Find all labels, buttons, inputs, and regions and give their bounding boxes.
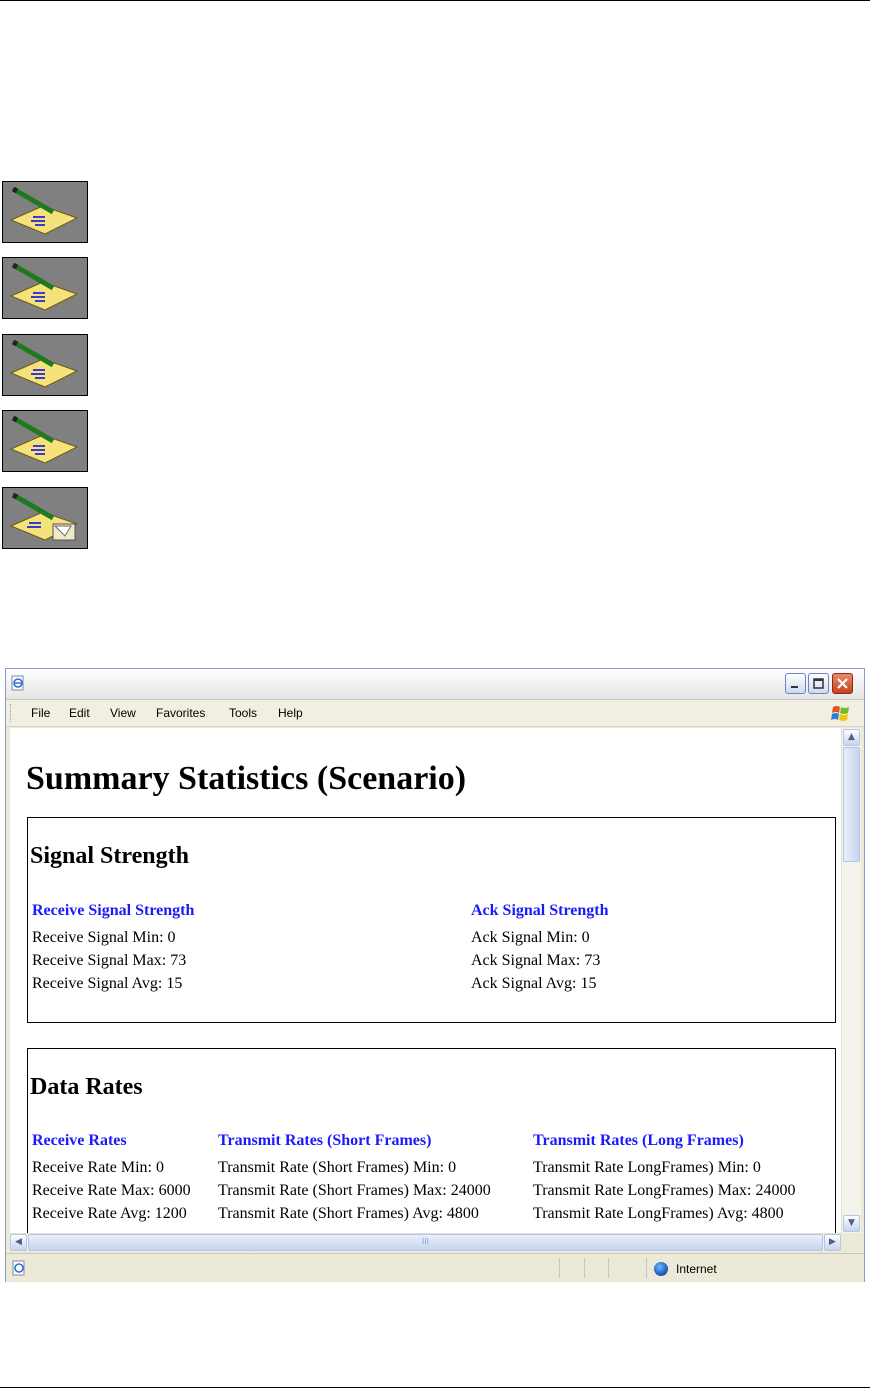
- data-rates-panel: Data Rates Receive Rates Receive Rate Mi…: [27, 1048, 836, 1233]
- notepad-pencil-icon: [2, 334, 88, 396]
- top-rule: [0, 0, 870, 1]
- list-item: Ack Signal Min: 0: [471, 929, 590, 946]
- browser-window: File Edit View Favorites Tools Help Summ…: [5, 668, 865, 1282]
- security-zone-label: Internet: [676, 1262, 717, 1276]
- ack-signal-heading: Ack Signal Strength: [471, 902, 609, 919]
- receive-signal-column: Receive Signal Strength Receive Signal M…: [32, 899, 194, 995]
- menu-file[interactable]: File: [31, 706, 50, 720]
- page-content: Summary Statistics (Scenario) Signal Str…: [10, 728, 841, 1233]
- notepad-pencil-icon: [2, 257, 88, 319]
- menu-help[interactable]: Help: [278, 706, 303, 720]
- status-divider: [584, 1258, 585, 1278]
- scroll-right-button[interactable]: ▶: [824, 1234, 841, 1251]
- scroll-up-button[interactable]: ▲: [843, 729, 860, 746]
- notepad-pencil-folder-icon: [2, 487, 88, 549]
- horizontal-scroll-thumb[interactable]: III: [28, 1234, 823, 1251]
- close-button[interactable]: [832, 673, 853, 694]
- scroll-left-button[interactable]: ◀: [10, 1234, 27, 1251]
- transmit-short-column: Transmit Rates (Short Frames) Transmit R…: [218, 1129, 491, 1225]
- status-divider: [608, 1258, 609, 1278]
- scroll-corner: [841, 1233, 860, 1251]
- page-title: Summary Statistics (Scenario): [26, 760, 467, 797]
- list-item: Receive Signal Avg: 15: [32, 975, 183, 992]
- data-rates-heading: Data Rates: [30, 1074, 143, 1100]
- notepad-pencil-icon: [2, 181, 88, 243]
- list-item: Transmit Rate LongFrames) Min: 0: [533, 1159, 761, 1176]
- receive-rates-column: Receive Rates Receive Rate Min: 0 Receiv…: [32, 1129, 191, 1225]
- menu-favorites[interactable]: Favorites: [156, 706, 205, 720]
- menu-view[interactable]: View: [110, 706, 136, 720]
- list-item: Ack Signal Avg: 15: [471, 975, 597, 992]
- list-item: Receive Rate Max: 6000: [32, 1182, 191, 1199]
- title-bar[interactable]: [6, 669, 864, 700]
- signal-strength-heading: Signal Strength: [30, 843, 189, 869]
- ie-page-icon: [11, 675, 24, 691]
- minimize-button[interactable]: [785, 673, 806, 694]
- internet-globe-icon: [654, 1262, 668, 1276]
- transmit-short-heading: Transmit Rates (Short Frames): [218, 1132, 432, 1149]
- receive-signal-heading: Receive Signal Strength: [32, 902, 195, 919]
- scroll-down-button[interactable]: ▼: [843, 1215, 860, 1232]
- list-item: Receive Signal Min: 0: [32, 929, 176, 946]
- ack-signal-column: Ack Signal Strength Ack Signal Min: 0 Ac…: [471, 899, 609, 995]
- receive-rates-heading: Receive Rates: [32, 1132, 127, 1149]
- list-item: Transmit Rate (Short Frames) Avg: 4800: [218, 1205, 479, 1222]
- page-status-icon: [12, 1260, 25, 1276]
- bottom-rule: [0, 1387, 870, 1388]
- menu-bar: File Edit View Favorites Tools Help: [6, 700, 864, 727]
- list-item: Transmit Rate (Short Frames) Max: 24000: [218, 1182, 491, 1199]
- toolbar-grip[interactable]: [10, 704, 13, 722]
- maximize-button[interactable]: [808, 673, 829, 694]
- horizontal-scrollbar[interactable]: ◀ III ▶: [10, 1233, 841, 1251]
- status-bar: Internet: [6, 1253, 864, 1282]
- list-item: Transmit Rate LongFrames) Avg: 4800: [533, 1205, 784, 1222]
- list-item: Receive Rate Min: 0: [32, 1159, 164, 1176]
- vertical-scroll-thumb[interactable]: [843, 747, 860, 862]
- list-item: Receive Rate Avg: 1200: [32, 1205, 187, 1222]
- menu-tools[interactable]: Tools: [229, 706, 257, 720]
- list-item: Receive Signal Max: 73: [32, 952, 187, 969]
- notepad-pencil-icon: [2, 410, 88, 472]
- list-item: Transmit Rate LongFrames) Max: 24000: [533, 1182, 796, 1199]
- transmit-long-heading: Transmit Rates (Long Frames): [533, 1132, 744, 1149]
- signal-strength-panel: Signal Strength Receive Signal Strength …: [27, 817, 836, 1023]
- status-divider: [559, 1258, 560, 1278]
- list-item: Transmit Rate (Short Frames) Min: 0: [218, 1159, 457, 1176]
- list-item: Ack Signal Max: 73: [471, 952, 601, 969]
- transmit-long-column: Transmit Rates (Long Frames) Transmit Ra…: [533, 1129, 796, 1225]
- menu-edit[interactable]: Edit: [69, 706, 90, 720]
- status-divider: [646, 1258, 647, 1278]
- windows-flag-icon: [831, 706, 849, 721]
- vertical-scrollbar[interactable]: ▲ ▼: [841, 728, 861, 1233]
